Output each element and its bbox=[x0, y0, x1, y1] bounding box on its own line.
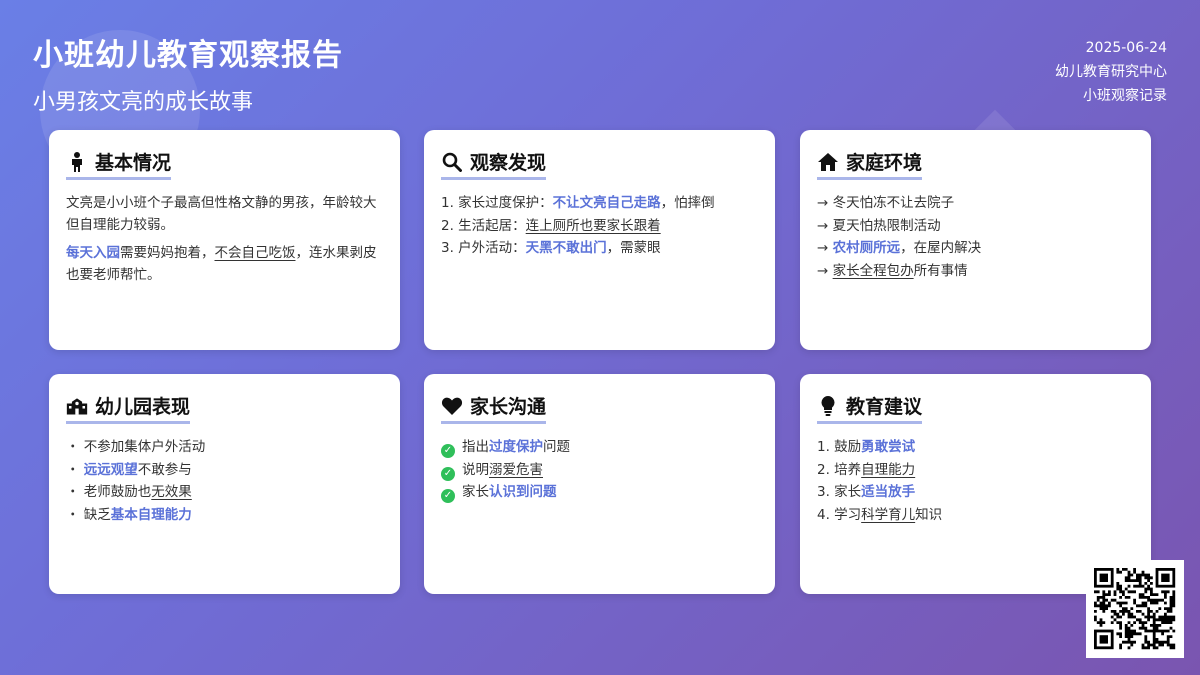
list-item: 1. 鼓励勇敢尝试 bbox=[817, 436, 1134, 459]
page-subtitle: 小男孩文亮的成长故事 bbox=[33, 90, 254, 115]
list-item: → 冬天怕冻不让去院子 bbox=[817, 192, 1134, 215]
list-item: ・ 远远观望不敢参与 bbox=[66, 459, 383, 482]
highlight-text: 每天入园 bbox=[66, 245, 120, 261]
text: → bbox=[817, 262, 833, 279]
lightbulb-icon bbox=[817, 395, 839, 417]
text: ・ 缺乏 bbox=[66, 506, 111, 523]
list-item: → 夏天怕热限制活动 bbox=[817, 215, 1134, 238]
school-icon bbox=[66, 395, 88, 417]
text: 1. 家长过度保护： bbox=[441, 195, 553, 211]
highlight-text: 适当放手 bbox=[861, 484, 916, 500]
card-header: 幼儿园表现 bbox=[66, 392, 191, 424]
card-header: 基本情况 bbox=[66, 148, 172, 180]
heart-icon bbox=[441, 395, 463, 417]
underline-text: 不会自己吃饭 bbox=[214, 245, 296, 261]
list-item: → 家长全程包办所有事情 bbox=[817, 260, 1134, 283]
highlight-text: 远远观望 bbox=[83, 461, 138, 478]
list-item: 2. 生活起居：连上厕所也要家长跟着 bbox=[441, 215, 758, 238]
list-item: ✓ 说明溺爱危害 bbox=[441, 459, 758, 482]
card-title: 家庭环境 bbox=[846, 152, 923, 174]
card-title: 家长沟通 bbox=[470, 396, 547, 418]
text: 知识 bbox=[915, 506, 943, 523]
highlight-text: 基本自理能力 bbox=[110, 506, 192, 523]
text: ，在屋内解决 bbox=[900, 240, 982, 256]
underline-text: 自理能力 bbox=[861, 461, 916, 478]
list-item: 3. 家长适当放手 bbox=[817, 481, 1134, 504]
card-title: 基本情况 bbox=[95, 152, 172, 174]
header: 小班幼儿教育观察报告 小男孩文亮的成长故事 bbox=[33, 30, 343, 116]
card-header: 家长沟通 bbox=[441, 392, 547, 424]
text: ・ bbox=[66, 461, 84, 478]
text: 需要妈妈抱着， bbox=[120, 245, 215, 261]
search-icon bbox=[441, 151, 463, 173]
highlight-text: 天黑不敢出门 bbox=[525, 240, 607, 256]
underline-text: 溺爱危害 bbox=[489, 461, 543, 478]
text: 家长 bbox=[462, 484, 489, 500]
card-kindergarten-performance: 幼儿园表现 ・ 不参加集体户外活动 ・ 远远观望不敢参与 ・ 老师鼓励也无效果 … bbox=[49, 374, 400, 594]
page-title: 小班幼儿教育观察报告 bbox=[33, 38, 343, 73]
report-org: 幼儿教育研究中心 bbox=[1055, 64, 1167, 80]
card-header: 观察发现 bbox=[441, 148, 547, 180]
text: 指出 bbox=[462, 439, 489, 455]
text: 3. 户外活动： bbox=[441, 240, 526, 256]
text: 1. 鼓励 bbox=[817, 439, 862, 455]
highlight-text: 认识到问题 bbox=[489, 484, 557, 500]
list-item: ✓ 家长认识到问题 bbox=[441, 481, 758, 504]
text: → 夏天怕热限制活动 bbox=[817, 217, 941, 234]
text: 所有事情 bbox=[913, 262, 968, 279]
card-title: 幼儿园表现 bbox=[95, 396, 191, 418]
underline-text: 科学育儿 bbox=[861, 506, 916, 523]
list-item: ・ 老师鼓励也无效果 bbox=[66, 481, 383, 504]
highlight-text: 勇敢尝试 bbox=[861, 439, 916, 455]
check-circle-icon: ✓ bbox=[441, 444, 455, 458]
person-icon bbox=[66, 151, 88, 173]
text: → bbox=[817, 240, 833, 256]
list-item: 3. 户外活动：天黑不敢出门，需蒙眼 bbox=[441, 237, 758, 260]
card-title: 教育建议 bbox=[846, 396, 923, 418]
list-item: 1. 家长过度保护：不让文亮自己走路，怕摔倒 bbox=[441, 192, 758, 215]
card-observation: 观察发现 1. 家长过度保护：不让文亮自己走路，怕摔倒 2. 生活起居：连上厕所… bbox=[424, 130, 775, 350]
home-icon bbox=[817, 151, 839, 173]
qr-code-icon bbox=[1086, 560, 1184, 658]
text: 不敢参与 bbox=[137, 461, 192, 478]
list-item: 4. 学习科学育儿知识 bbox=[817, 504, 1134, 527]
card-header: 家庭环境 bbox=[817, 148, 923, 180]
card-title: 观察发现 bbox=[470, 152, 547, 174]
text: ，需蒙眼 bbox=[606, 240, 661, 256]
text: 2. 培养 bbox=[817, 461, 862, 478]
report-meta: 2025-06-24 幼儿教育研究中心 小班观察记录 bbox=[1055, 36, 1167, 108]
text: ・ 不参加集体户外活动 bbox=[66, 439, 206, 455]
highlight-text: 过度保护 bbox=[489, 439, 543, 455]
text: ，怕摔倒 bbox=[660, 195, 715, 211]
text: ・ 老师鼓励也 bbox=[66, 484, 152, 500]
check-circle-icon: ✓ bbox=[441, 489, 455, 503]
text: → 冬天怕冻不让去院子 bbox=[817, 195, 955, 211]
list-item: → 农村厕所远，在屋内解决 bbox=[817, 237, 1134, 260]
text: 3. 家长 bbox=[817, 484, 862, 500]
list-item: ✓ 指出过度保护问题 bbox=[441, 436, 758, 459]
basic-paragraph-2: 每天入园需要妈妈抱着，不会自己吃饭，连水果剥皮也要老师帮忙。 bbox=[66, 242, 383, 286]
check-circle-icon: ✓ bbox=[441, 466, 455, 481]
card-parent-communication: 家长沟通 ✓ 指出过度保护问题 ✓ 说明溺爱危害 ✓ 家长认识到问题 bbox=[424, 374, 775, 594]
list-item: 2. 培养自理能力 bbox=[817, 459, 1134, 482]
underline-text: 家长全程包办 bbox=[832, 262, 914, 279]
card-header: 教育建议 bbox=[817, 392, 923, 424]
report-date: 2025-06-24 bbox=[1085, 40, 1167, 56]
list-item: ・ 缺乏基本自理能力 bbox=[66, 504, 383, 527]
text: 问题 bbox=[543, 439, 570, 455]
card-basic-info: 基本情况 文亮是小小班个子最高但性格文静的男孩，年龄较大但自理能力较弱。 每天入… bbox=[49, 130, 400, 350]
report-record: 小班观察记录 bbox=[1083, 88, 1167, 104]
text: 2. 生活起居： bbox=[441, 217, 526, 234]
underline-text: 无效果 bbox=[151, 484, 192, 500]
underline-text: 连上厕所也要家长跟着 bbox=[525, 217, 661, 234]
text: 4. 学习 bbox=[817, 506, 862, 523]
basic-paragraph-1: 文亮是小小班个子最高但性格文静的男孩，年龄较大但自理能力较弱。 bbox=[66, 195, 377, 233]
list-item: ・ 不参加集体户外活动 bbox=[66, 436, 383, 459]
highlight-text: 不让文亮自己走路 bbox=[552, 195, 661, 211]
card-family-environment: 家庭环境 → 冬天怕冻不让去院子 → 夏天怕热限制活动 → 农村厕所远，在屋内解… bbox=[800, 130, 1151, 350]
text: 说明 bbox=[462, 461, 489, 478]
highlight-text: 农村厕所远 bbox=[832, 240, 901, 256]
